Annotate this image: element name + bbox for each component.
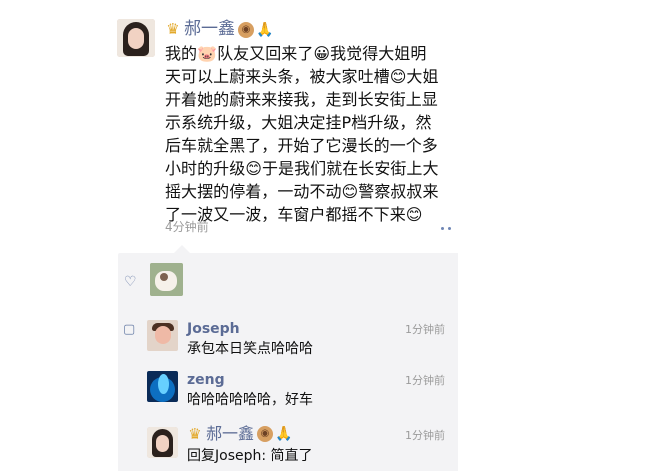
interaction-panel-notch xyxy=(174,245,190,253)
commenter-avatar-zeng[interactable] xyxy=(147,371,178,402)
more-options-icon[interactable] xyxy=(437,223,455,233)
post-line-6: 小时的升级😊于是我们就在长安街上大 xyxy=(165,159,439,178)
comment-time: 1分钟前 xyxy=(405,429,445,442)
avatar-swimmer xyxy=(158,374,169,394)
monkey-face-icon: ◉ xyxy=(238,21,254,38)
menu-dot xyxy=(441,226,444,230)
avatar-spot xyxy=(160,273,168,281)
comment-author[interactable]: zeng xyxy=(187,373,225,387)
comment-text: 哈哈哈哈哈哈，好车 xyxy=(187,392,313,408)
post-line-2: 天可以上蔚来头条，被大家吐槽😊大姐 xyxy=(165,67,439,86)
comment-time: 1分钟前 xyxy=(405,374,445,387)
author-name[interactable]: 郝一鑫 xyxy=(184,21,235,38)
post-line-5: 后车就全黑了，开始了它漫长的一个多 xyxy=(165,136,438,155)
comment-author[interactable]: 郝一鑫 xyxy=(206,426,254,442)
post-line-3: 开着她的蔚来来接我，走到长安街上显 xyxy=(165,90,438,109)
wechat-moments-post: ♛ 郝一鑫 ◉ 🙏 我的🐷队友又回来了😀我觉得大姐明 天可以上蔚来头条，被大家吐… xyxy=(0,0,650,471)
pray-icon: 🙏 xyxy=(275,426,293,442)
post-line-1: 我的🐷队友又回来了😀我觉得大姐明 xyxy=(165,44,427,63)
comment-text: 回复Joseph: 简直了 xyxy=(187,448,313,464)
commenter-avatar-joseph[interactable] xyxy=(147,320,178,351)
reply-author-row: ♛ 郝一鑫 ◉ 🙏 xyxy=(187,424,293,443)
avatar-face xyxy=(156,435,169,452)
heart-icon: ♡ xyxy=(124,274,137,290)
comment-icon: ▢ xyxy=(123,322,136,337)
monkey-face-icon: ◉ xyxy=(257,426,274,442)
avatar-face xyxy=(155,326,171,344)
post-line-7: 摇大摆的停着，一动不动😊警察叔叔来 xyxy=(165,182,439,201)
crown-icon: ♛ xyxy=(166,20,180,38)
menu-dot xyxy=(448,226,451,230)
post-time: 4分钟前 xyxy=(165,220,209,234)
comment-time: 1分钟前 xyxy=(405,323,445,336)
post-line-4: 示系统升级，大姐决定挂P档升级，然 xyxy=(165,113,432,132)
avatar-face xyxy=(128,28,144,49)
author-avatar[interactable] xyxy=(117,19,155,57)
pray-icon: 🙏 xyxy=(256,21,274,38)
author-name-row: ♛ 郝一鑫 ◉ 🙏 xyxy=(165,20,274,38)
crown-icon: ♛ xyxy=(188,424,202,443)
commenter-avatar-author[interactable] xyxy=(147,427,178,458)
comment-text: 承包本日笑点哈哈哈 xyxy=(187,341,313,357)
liker-avatar[interactable] xyxy=(150,263,183,296)
comment-author[interactable]: Joseph xyxy=(187,322,240,336)
